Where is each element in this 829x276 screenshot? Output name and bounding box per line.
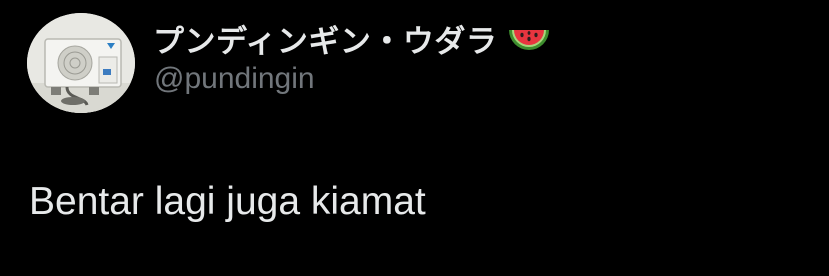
watermelon-emoji-icon xyxy=(507,20,551,56)
tweet-card: プンディンギン・ウダラ @pundingin Bentar lagi juga … xyxy=(0,0,829,276)
avatar[interactable] xyxy=(27,13,135,113)
author-name-row[interactable]: プンディンギン・ウダラ xyxy=(153,14,551,62)
air-conditioner-photo xyxy=(27,13,135,113)
display-name[interactable]: プンディンギン・ウダラ xyxy=(153,16,497,61)
tweet-text: Bentar lagi juga kiamat xyxy=(29,180,426,223)
user-handle[interactable]: @pundingin xyxy=(154,62,315,96)
